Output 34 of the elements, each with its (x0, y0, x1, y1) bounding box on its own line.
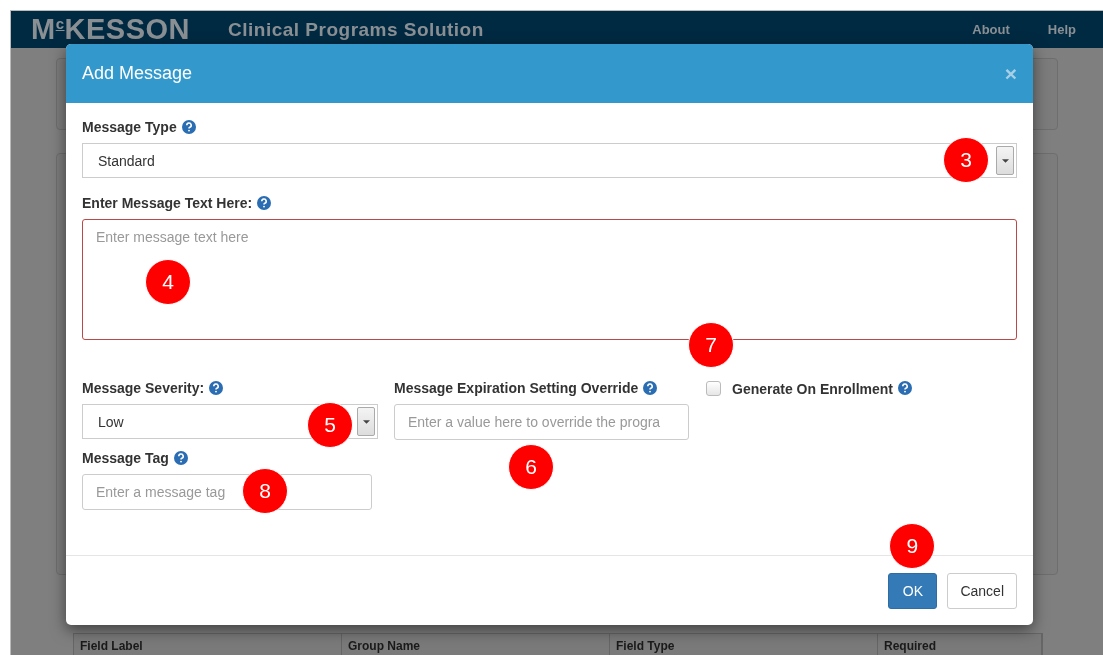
field-label: Message Severity: (82, 380, 205, 396)
nav-link[interactable]: Help (1047, 22, 1076, 37)
help-icon[interactable] (257, 196, 272, 210)
field-label: Message Tag (82, 450, 169, 466)
caret-icon (1001, 158, 1009, 163)
input-field[interactable]: Enter a value here to override the progra (394, 404, 689, 440)
dialog-title: Add Message (82, 63, 193, 84)
ok-button[interactable]: OK (888, 572, 938, 609)
checkbox-label: Generate On Enrollment (732, 381, 894, 397)
help-icon[interactable] (643, 381, 658, 395)
app-title: Clinical Programs Solution (228, 18, 484, 41)
column-header: Field Label (74, 634, 342, 655)
checkbox[interactable] (706, 381, 721, 396)
callout-marker: 3 (943, 137, 989, 183)
column-header: Group Name (342, 634, 610, 655)
dropdown-toggle[interactable] (357, 407, 375, 436)
dropdown-toggle[interactable] (996, 146, 1014, 175)
field-label: Enter Message Text Here: (82, 195, 253, 211)
nav-link[interactable]: About (972, 22, 1010, 37)
caret-icon (362, 419, 370, 424)
callout-marker: 9 (889, 522, 936, 569)
column-header: Field Type (610, 634, 878, 655)
help-icon[interactable] (173, 451, 188, 465)
logo: M$^{c}$KESSON (31, 13, 190, 46)
help-icon[interactable] (898, 381, 913, 395)
callout-marker: 8 (242, 468, 288, 514)
help-icon[interactable] (181, 120, 196, 134)
cancel-button[interactable]: Cancel (947, 572, 1017, 609)
field-label: Message Expiration Setting Override (394, 380, 639, 396)
callout-marker: 6 (508, 444, 554, 490)
field-label: Message Type (82, 119, 177, 135)
callout-marker: 5 (307, 402, 353, 448)
column-header: Required (878, 634, 1042, 655)
help-icon[interactable] (209, 381, 224, 395)
